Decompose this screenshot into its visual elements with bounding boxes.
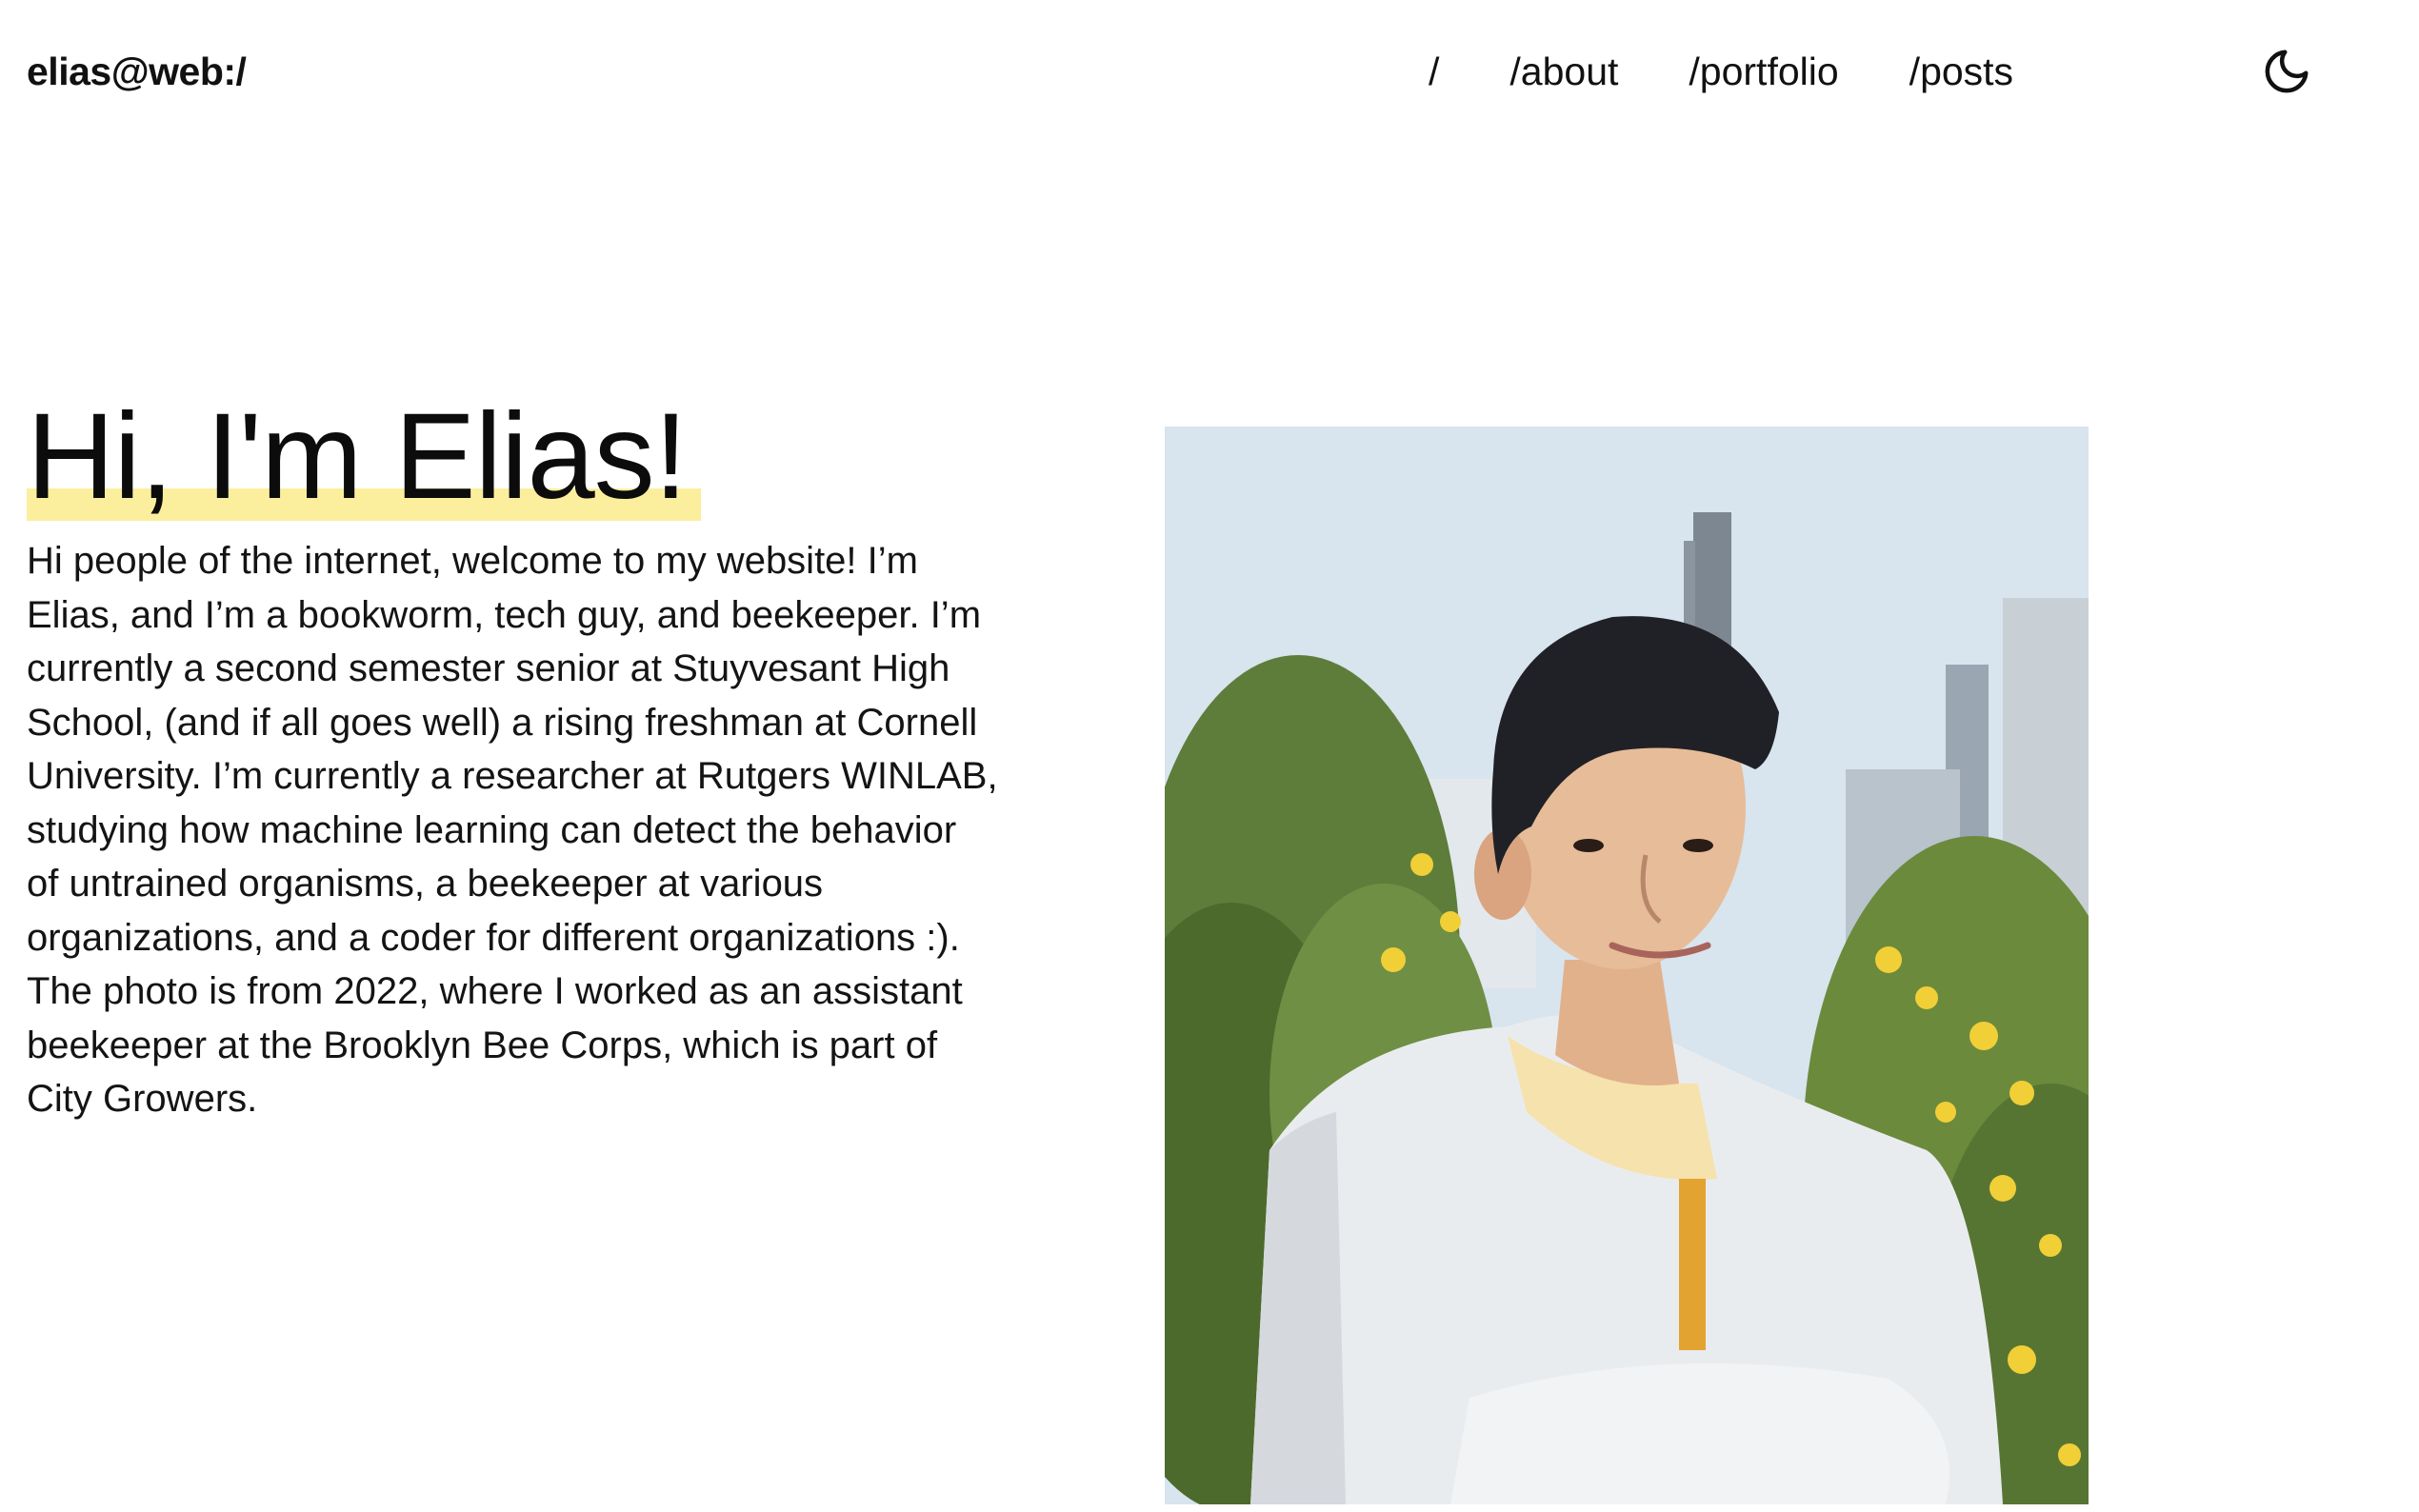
site-header: elias@web:/ / /about /portfolio /posts <box>0 0 2419 143</box>
nav-link-posts[interactable]: /posts <box>1909 44 2013 99</box>
hero-intro-text: Hi people of the internet, welcome to my… <box>27 540 998 1120</box>
theme-toggle-button[interactable] <box>2257 42 2316 101</box>
site-brand-link[interactable]: elias@web:/ <box>27 44 247 99</box>
hero-title: Hi, I'm Elias! <box>27 388 688 525</box>
page: elias@web:/ / /about /portfolio /posts H… <box>0 0 2419 1512</box>
hero-section: Hi, I'm Elias! Hi people of the internet… <box>27 386 998 1126</box>
nav-link-portfolio[interactable]: /portfolio <box>1689 44 1838 99</box>
profile-photo <box>1165 427 2089 1504</box>
moon-icon <box>2265 50 2309 93</box>
nav-link-about[interactable]: /about <box>1509 44 1618 99</box>
nav-link-home[interactable]: / <box>1429 44 1439 99</box>
main-nav: / /about /portfolio /posts <box>1429 44 2013 99</box>
hero-title-wrap: Hi, I'm Elias! <box>27 386 701 528</box>
profile-photo-illustration <box>1165 427 2089 1504</box>
